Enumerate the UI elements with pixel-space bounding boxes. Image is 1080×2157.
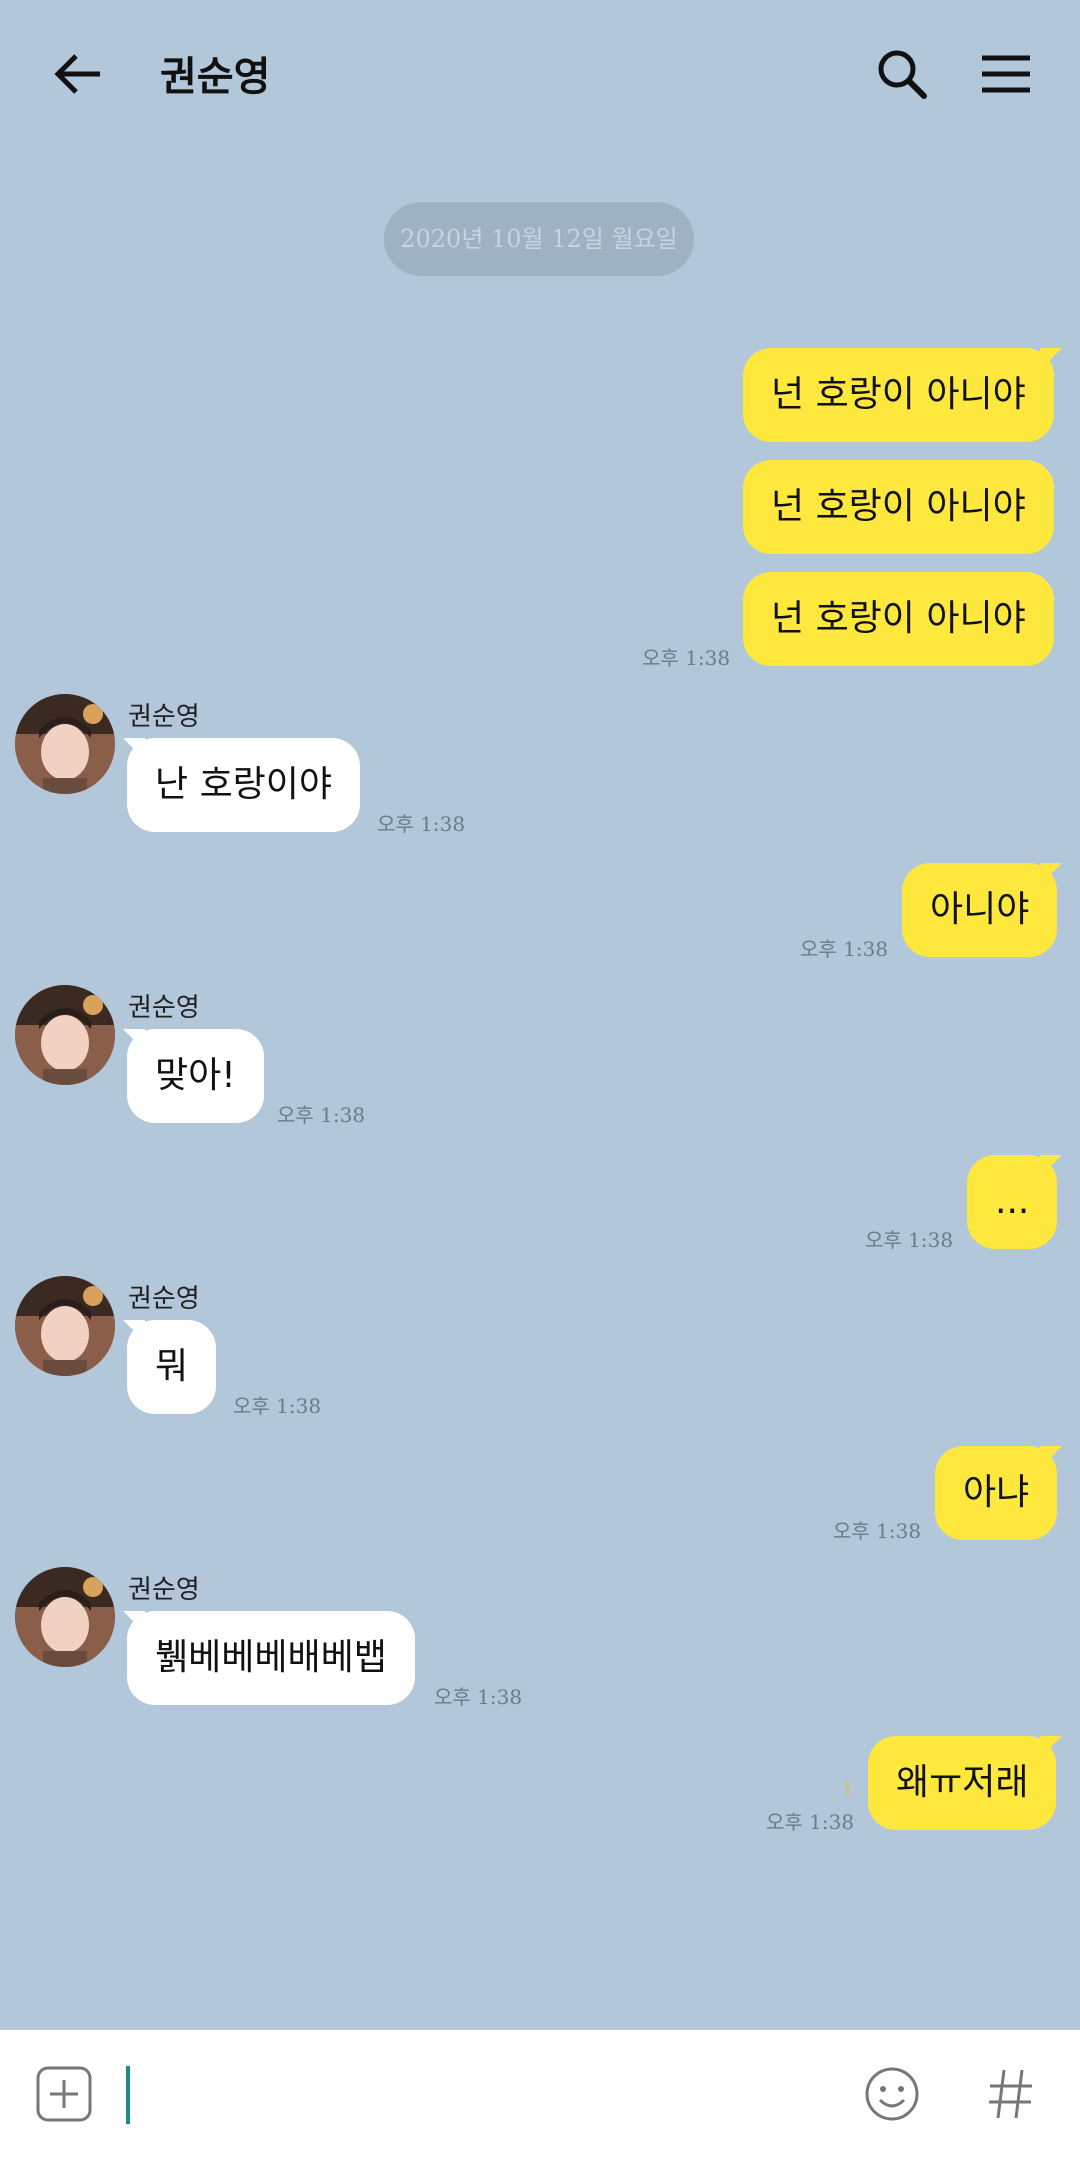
message-time: 오후 1:38 (800, 937, 889, 961)
plus-square-icon (36, 2066, 92, 2122)
message-input-bar (0, 2030, 1080, 2157)
message-time: 오후 1:38 (377, 812, 466, 836)
message-time: 오후 1:38 (642, 646, 731, 670)
avatar[interactable] (15, 985, 115, 1085)
emoji-button[interactable] (862, 2064, 922, 2124)
message-time: 오후 1:38 (865, 1228, 954, 1252)
avatar[interactable] (15, 1276, 115, 1376)
my-message-bubble[interactable]: 왜ㅠ저래 (868, 1736, 1057, 1830)
their-message-bubble[interactable]: 뷁베베베배베뱁 (127, 1611, 415, 1705)
profile-photo-icon (15, 1567, 115, 1667)
my-message-bubble[interactable]: 아냐 (935, 1446, 1058, 1540)
their-message-bubble[interactable]: 난 호랑이야 (127, 738, 361, 832)
their-message-bubble[interactable]: 맞아! (127, 1029, 264, 1123)
avatar[interactable] (15, 1567, 115, 1667)
my-message-bubble[interactable]: 아니야 (902, 863, 1058, 957)
hashtag-icon (989, 2069, 1032, 2119)
profile-photo-icon (15, 985, 115, 1085)
hashtag-button[interactable] (986, 2064, 1036, 2124)
sender-name: 권순영 (128, 1575, 200, 1605)
my-message-bubble[interactable]: 넌 호랑이 아니야 (743, 348, 1054, 442)
message-time: 오후 1:38 (277, 1103, 366, 1127)
attach-button[interactable] (34, 2064, 94, 2124)
message-input-field[interactable] (126, 2066, 130, 2124)
unread-count: 1 (842, 1780, 854, 1801)
message-list: 넌 호랑이 아니야 넌 호랑이 아니야 넌 호랑이 아니야 오후 1:38 권순… (0, 0, 1080, 2030)
message-time: 오후 1:38 (434, 1685, 523, 1709)
sender-name: 권순영 (128, 1284, 200, 1314)
message-time: 오후 1:38 (833, 1519, 922, 1543)
sender-name: 권순영 (128, 702, 200, 732)
profile-photo-icon (15, 694, 115, 794)
profile-photo-icon (15, 1276, 115, 1376)
avatar[interactable] (15, 694, 115, 794)
my-message-bubble[interactable]: 넌 호랑이 아니야 (743, 572, 1054, 666)
my-message-bubble[interactable]: 넌 호랑이 아니야 (743, 460, 1054, 554)
sender-name: 권순영 (128, 993, 200, 1023)
emoji-smile-icon (865, 2067, 919, 2121)
message-time: 오후 1:38 (766, 1810, 855, 1834)
message-time: 오후 1:38 (233, 1394, 322, 1418)
